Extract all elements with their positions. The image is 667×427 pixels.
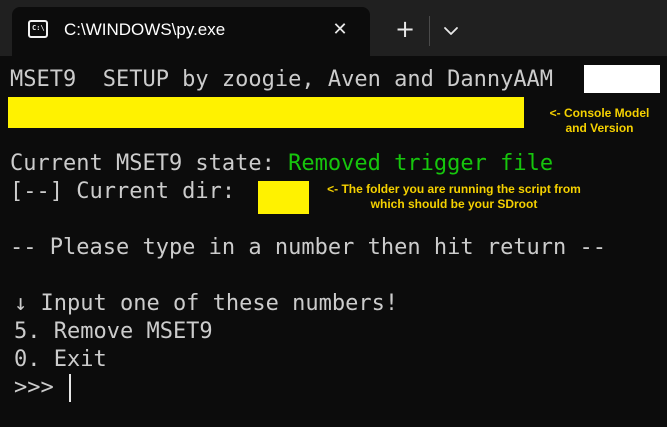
terminal-window: C:\ C:\WINDOWS\py.exe ✕ + MSET9 SETUP by…	[0, 0, 667, 427]
prompt-header: -- Please type in a number then hit retu…	[10, 235, 607, 260]
current-dir-label: [--] Current dir:	[10, 179, 249, 204]
chevron-down-icon[interactable]	[437, 18, 465, 44]
state-label: Current MSET9 state:	[10, 151, 289, 176]
redacted-console-model	[8, 97, 524, 128]
setup-header: MSET9 SETUP by zoogie, Aven and DannyAAM	[10, 67, 554, 92]
folder-note: <- The folder you are running the script…	[327, 182, 581, 211]
input-hint: ↓ Input one of these numbers!	[14, 291, 399, 316]
tab-bar: C:\ C:\WINDOWS\py.exe ✕ +	[0, 0, 667, 56]
input-prompt: >>>	[14, 375, 67, 400]
state-line: Current MSET9 state: Removed trigger fil…	[10, 150, 553, 178]
tab-separator	[429, 16, 430, 46]
tab-title: C:\WINDOWS\py.exe	[64, 20, 226, 39]
console-model-note: <- Console Model and Version	[549, 106, 650, 135]
terminal-output[interactable]: MSET9 SETUP by zoogie, Aven and DannyAAM…	[0, 56, 667, 427]
close-icon[interactable]: ✕	[328, 18, 352, 42]
new-tab-button[interactable]: +	[390, 16, 420, 44]
text-cursor	[69, 374, 71, 402]
option-remove-mset9: 5. Remove MSET9	[14, 319, 213, 344]
tab-py-exe[interactable]: C:\ C:\WINDOWS\py.exe ✕	[12, 7, 370, 56]
console-icon: C:\	[28, 20, 48, 38]
redacted-model-white	[584, 65, 660, 93]
option-exit: 0. Exit	[14, 347, 107, 372]
redacted-current-dir	[258, 181, 309, 214]
state-value: Removed trigger file	[288, 151, 554, 176]
